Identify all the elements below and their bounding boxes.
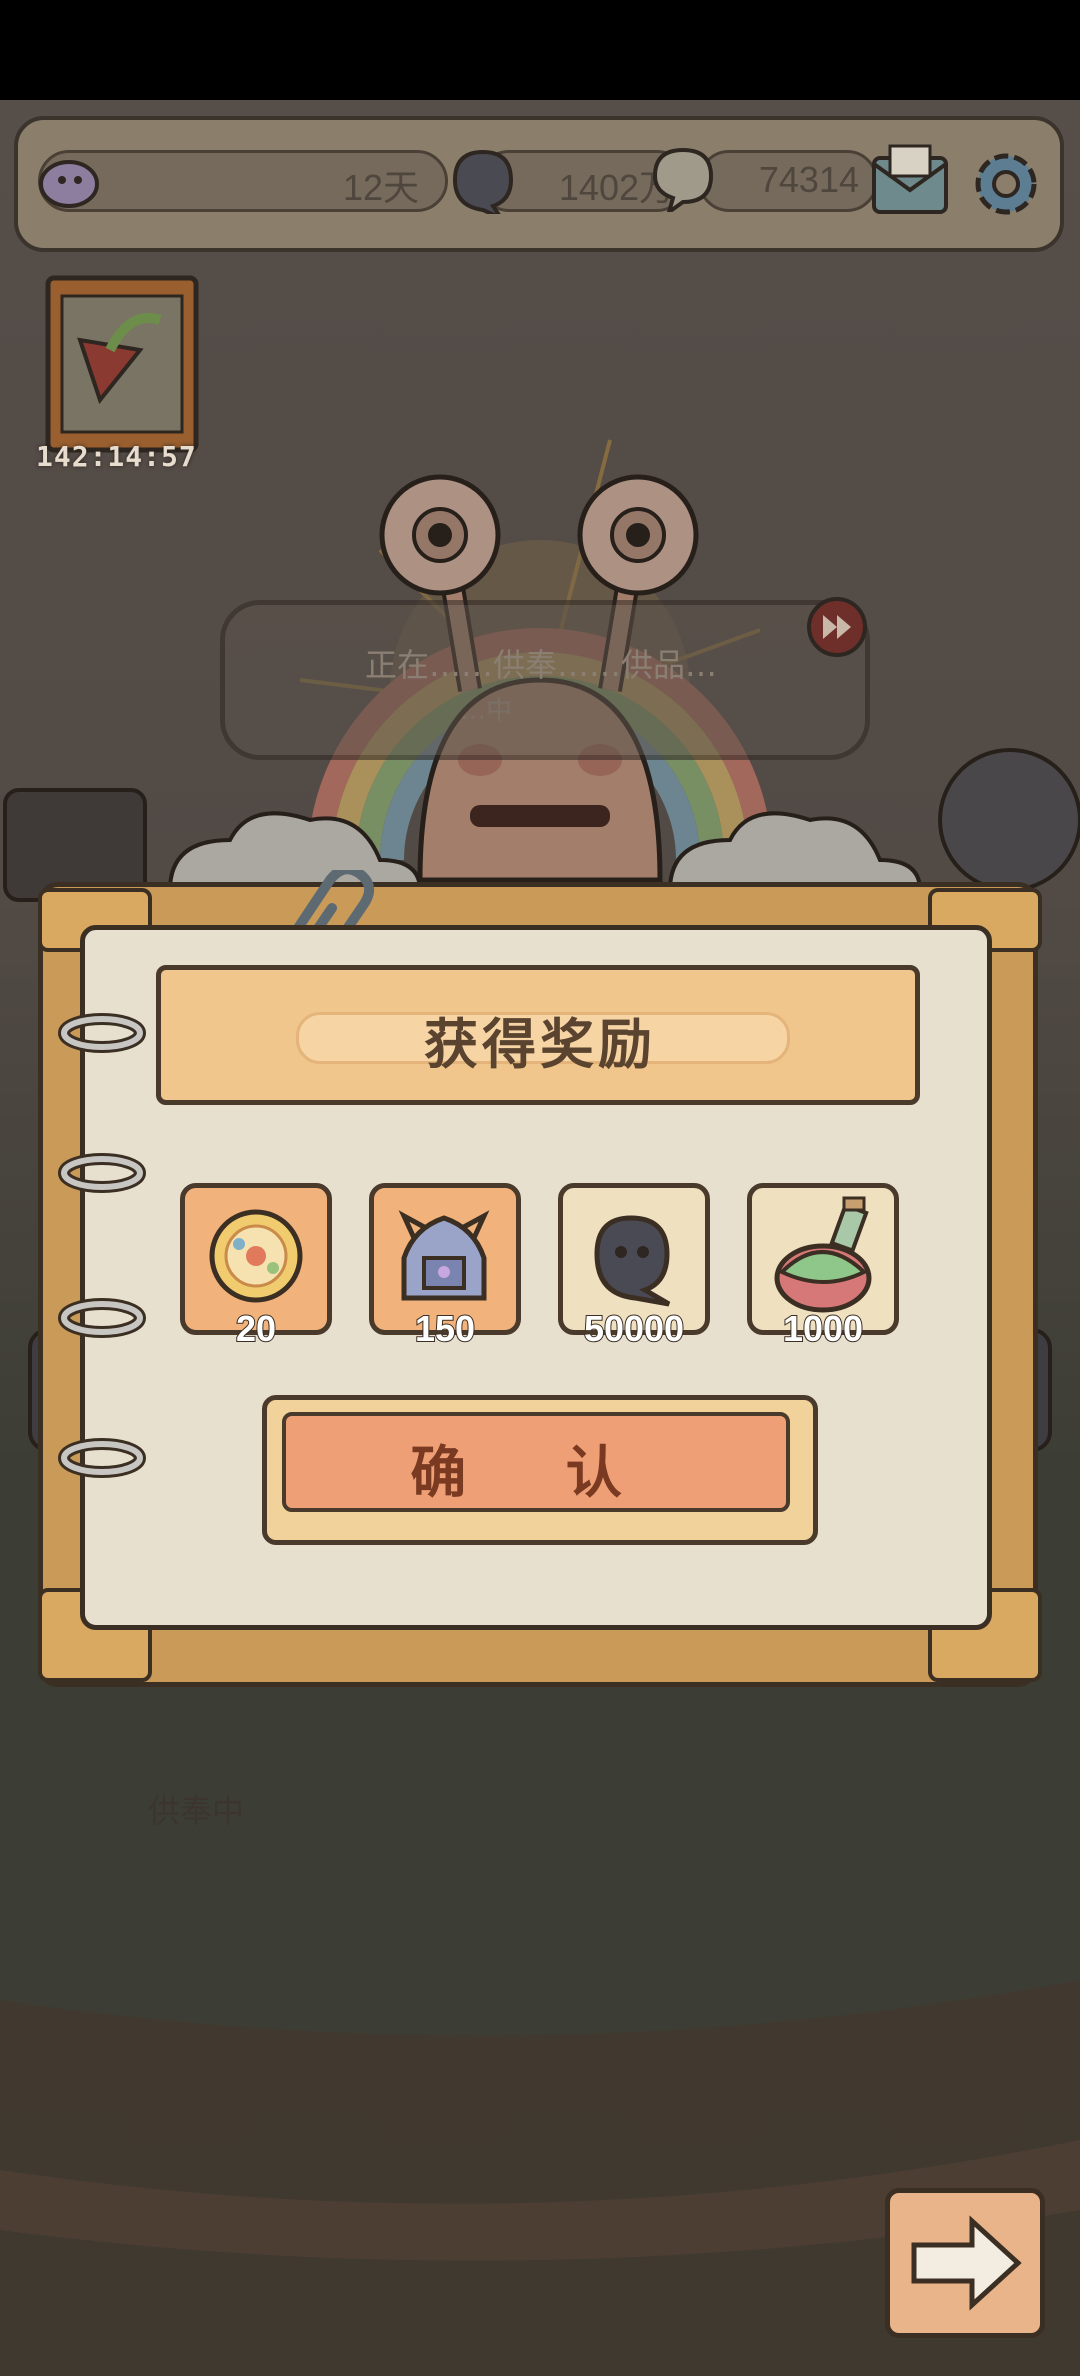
soul-bubble-icon: [652, 147, 714, 212]
fast-forward-icon[interactable]: [805, 595, 869, 659]
purple-slime-icon: [39, 160, 99, 208]
binder-ring-icon: [58, 1153, 146, 1193]
reward-count: 50000: [583, 1307, 685, 1350]
reward-item[interactable]: 150: [369, 1183, 521, 1350]
reward-count: 20: [235, 1307, 277, 1350]
offering-status-label: 供奉中: [148, 1792, 245, 1830]
soul-currency: 74314: [698, 150, 878, 212]
settings-gear-icon[interactable]: [964, 142, 1048, 226]
ghost-coin-icon: [452, 149, 514, 214]
arrow-right-icon: [911, 2215, 1022, 2311]
reward-item[interactable]: 50000: [558, 1183, 710, 1350]
mail-icon[interactable]: [868, 142, 952, 226]
confirm-button-label: 确 认: [410, 1441, 662, 1506]
binder-ring-icon: [58, 1298, 146, 1338]
top-resource-bar: 12天 1402万 74314: [14, 116, 1064, 252]
days-value: 12天: [342, 167, 419, 208]
reward-item[interactable]: 1000: [747, 1183, 899, 1350]
event-card-icon[interactable]: [40, 270, 205, 460]
bubble-subtext: …中: [460, 696, 513, 726]
next-button[interactable]: [885, 2188, 1045, 2338]
reward-count: 1000: [782, 1307, 864, 1350]
event-timer: 142:14:57: [36, 440, 197, 473]
reward-count: 150: [414, 1307, 476, 1350]
dialog-title: 获得奖励: [424, 1013, 656, 1076]
status-bar: [0, 0, 1080, 100]
soul-currency-value: 74314: [758, 159, 859, 200]
binder-ring-icon: [58, 1438, 146, 1478]
bubble-text: 正在……供奉……供品…: [365, 646, 718, 684]
reward-item[interactable]: 20: [180, 1183, 332, 1350]
